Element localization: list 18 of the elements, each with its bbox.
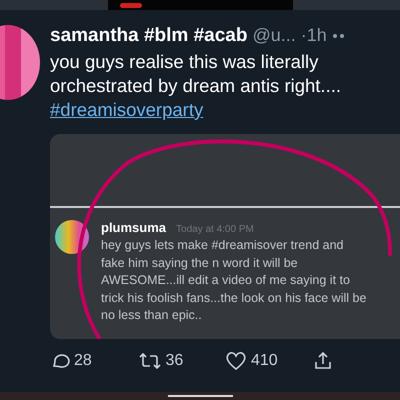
share-icon[interactable] <box>312 351 332 371</box>
hashtag-link[interactable]: #dreamisoverparty <box>50 98 204 122</box>
message-author: plumsuma <box>101 220 166 235</box>
action-count: 28 <box>74 352 92 370</box>
retweet-icon[interactable] <box>138 351 162 371</box>
recording-indicator-icon <box>120 2 142 8</box>
action-count: 410 <box>251 352 278 370</box>
message-timestamp: Today at 4:00 PM <box>176 224 254 235</box>
heart-icon[interactable] <box>225 351 247 371</box>
timestamp: ·1h <box>300 25 327 46</box>
display-name[interactable]: samantha #blm #acab <box>50 25 248 47</box>
more-icon[interactable] <box>332 33 346 39</box>
home-indicator <box>168 395 232 397</box>
reply-icon[interactable] <box>50 351 70 371</box>
action-count: 36 <box>166 352 184 370</box>
handle: @u... <box>252 25 296 46</box>
tweet-text: you guys realise this was literally orchestrated by dream antis right.... <box>50 50 342 98</box>
message-text: hey guys lets make #dreamisover trend and fake him saying the n word it will be AWESOME...ill edit a video of me saying it to trick his foolish fans...the look on his face will be no less than epic.. <box>101 237 368 324</box>
